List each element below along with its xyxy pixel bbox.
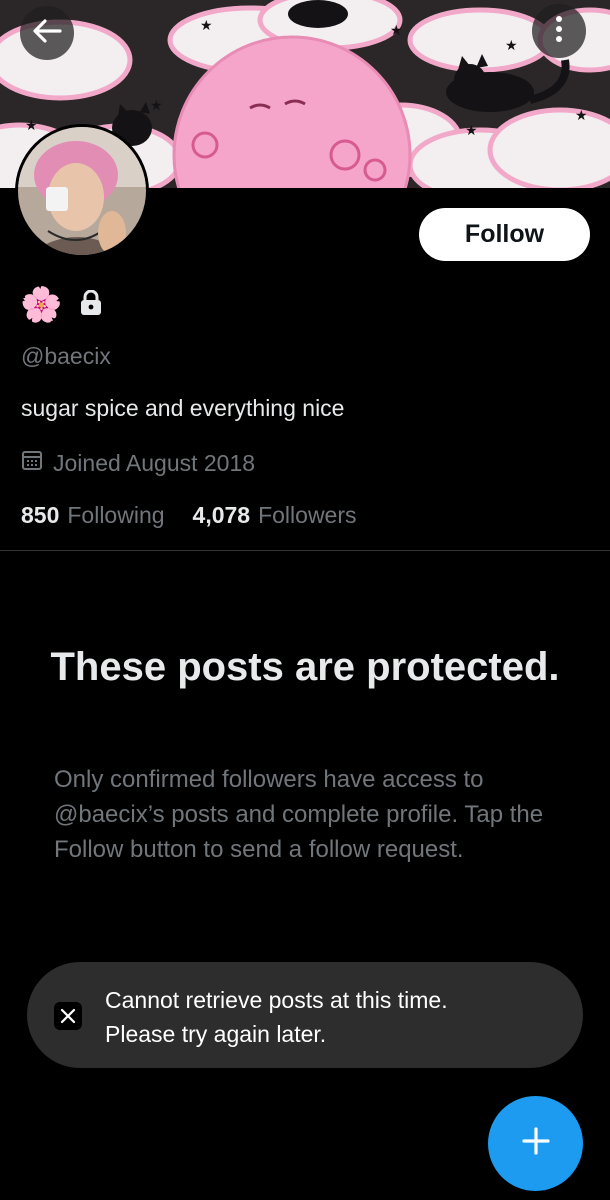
toast-line-1: Cannot retrieve posts at this time. bbox=[105, 987, 448, 1013]
back-button[interactable] bbox=[20, 6, 74, 60]
x-logo-icon bbox=[54, 1002, 82, 1030]
divider bbox=[0, 550, 610, 551]
svg-text:★: ★ bbox=[25, 118, 38, 134]
protected-description: Only confirmed followers have access to … bbox=[54, 766, 544, 863]
lock-icon bbox=[80, 289, 102, 321]
arrow-left-icon bbox=[32, 18, 62, 49]
followers-label: Followers bbox=[258, 502, 357, 528]
compose-button[interactable] bbox=[488, 1096, 583, 1191]
followers-stat[interactable]: 4,078 Followers bbox=[193, 502, 357, 529]
follow-stats: 850 Following 4,078 Followers bbox=[21, 502, 357, 529]
display-name: 🌸 bbox=[20, 286, 63, 324]
error-toast: Cannot retrieve posts at this time. Plea… bbox=[27, 962, 583, 1068]
toast-message: Cannot retrieve posts at this time. Plea… bbox=[105, 983, 565, 1051]
display-name-row: 🌸 bbox=[20, 282, 102, 328]
toast-line-2: Please try again later. bbox=[105, 1021, 327, 1047]
plus-icon bbox=[521, 1126, 551, 1161]
joined-text: Joined August 2018 bbox=[53, 449, 256, 476]
follow-button[interactable]: Follow bbox=[419, 208, 590, 261]
svg-text:★: ★ bbox=[200, 18, 213, 34]
following-count: 850 bbox=[21, 502, 60, 528]
calendar-icon bbox=[21, 449, 43, 477]
svg-text:★: ★ bbox=[575, 108, 588, 124]
avatar[interactable] bbox=[15, 124, 149, 258]
svg-text:★: ★ bbox=[505, 38, 518, 54]
profile-bio: sugar spice and everything nice bbox=[21, 395, 345, 421]
svg-text:★: ★ bbox=[150, 98, 163, 114]
user-handle: @baecix bbox=[21, 343, 111, 369]
joined-date: Joined August 2018 bbox=[21, 449, 255, 477]
following-label: Following bbox=[67, 502, 165, 528]
following-stat[interactable]: 850 Following bbox=[21, 502, 165, 529]
protected-title: These posts are protected. bbox=[50, 645, 560, 689]
svg-text:★: ★ bbox=[465, 123, 478, 139]
more-options-button[interactable] bbox=[532, 4, 586, 58]
more-vertical-icon bbox=[555, 15, 563, 48]
svg-text:★: ★ bbox=[390, 23, 403, 39]
followers-count: 4,078 bbox=[192, 502, 251, 528]
